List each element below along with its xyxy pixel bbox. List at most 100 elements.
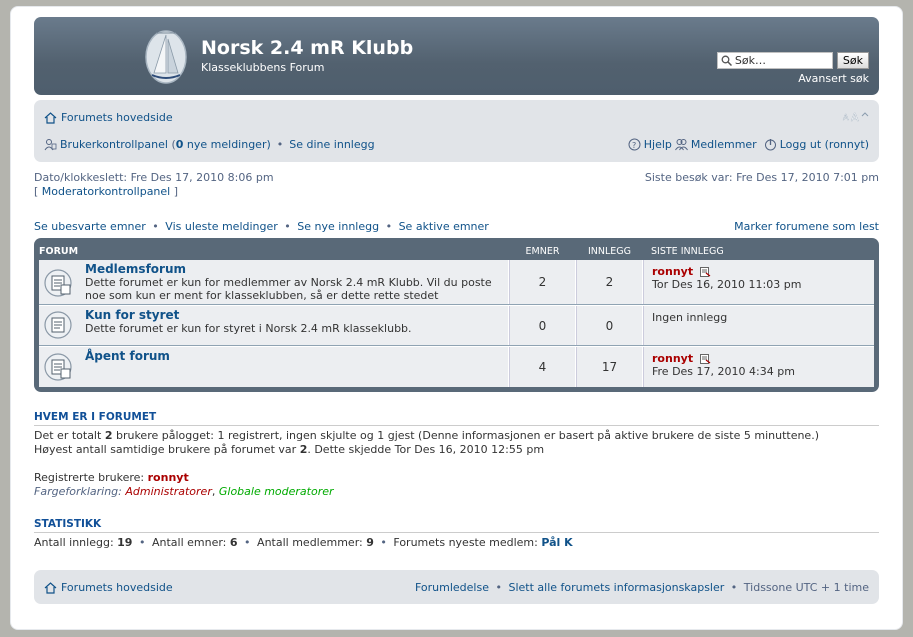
registered-label: Registrerte brukere: bbox=[34, 471, 145, 484]
new-posts-link[interactable]: Se nye innlegg bbox=[297, 220, 379, 233]
forum-table-header: FORUM EMNER INNLEGG SISTE INNLEGG bbox=[39, 242, 874, 260]
online-text: Det er totalt bbox=[34, 429, 102, 442]
mcp-bracket-close: ] bbox=[173, 185, 179, 198]
stats-topics-label: Antall emner: bbox=[151, 536, 227, 549]
forum-topics-count: 0 bbox=[509, 306, 576, 345]
header-last-post: SISTE INNLEGG bbox=[651, 245, 724, 257]
header-topics: EMNER bbox=[525, 245, 560, 257]
delete-cookies-link[interactable]: Slett alle forumets informasjonskapsler bbox=[509, 581, 725, 594]
members-link[interactable]: Medlemmer bbox=[691, 138, 757, 151]
header-bar: Norsk 2.4 mR Klubb Klasseklubbens Forum … bbox=[34, 17, 879, 95]
last-post-time: Fre Des 17, 2010 4:34 pm bbox=[652, 365, 795, 378]
stats-members-label: Antall medlemmer: bbox=[257, 536, 363, 549]
forum-read-icon bbox=[44, 269, 72, 297]
footer-navbar: Forumets hovedside Forumledelse • Slett … bbox=[34, 570, 879, 604]
online-text: brukere pålogget: 1 registrert, ingen sk… bbox=[115, 429, 819, 442]
site-title[interactable]: Norsk 2.4 mR Klubb bbox=[201, 37, 413, 59]
search-icon bbox=[721, 55, 732, 66]
forum-home-link[interactable]: Forumets hovedside bbox=[61, 111, 173, 124]
search-input[interactable] bbox=[716, 52, 833, 69]
logout-icon bbox=[764, 139, 776, 151]
separator: • bbox=[284, 220, 291, 233]
forum-row: Åpent forum 4 17 ronnyt Fre Des 17, 2010… bbox=[39, 346, 874, 387]
record-text: . Dette skjedde Tor Des 16, 2010 12:55 p… bbox=[307, 443, 545, 456]
last-post-time: Tor Des 16, 2010 11:03 pm bbox=[652, 278, 802, 291]
mark-read-link[interactable]: Marker forumene som lest bbox=[734, 220, 879, 233]
newest-member-link[interactable]: Pål K bbox=[541, 536, 572, 549]
header-forum: FORUM bbox=[39, 245, 79, 257]
separator: • bbox=[495, 580, 503, 594]
last-visit: Siste besøk var: Fre Des 17, 2010 7:01 p… bbox=[644, 171, 879, 184]
forum-title-link[interactable]: Kun for styret bbox=[85, 308, 179, 322]
navbar: Forumets hovedside A A Brukerkontrollpan… bbox=[34, 100, 879, 162]
forum-last-post: Ingen innlegg bbox=[643, 306, 874, 345]
forum-rows: Medlemsforum Dette forumet er kun for me… bbox=[39, 260, 874, 387]
forum-title-link[interactable]: Åpent forum bbox=[85, 349, 170, 363]
logo[interactable] bbox=[144, 27, 188, 85]
legend-comma: , bbox=[211, 485, 216, 498]
legend-admin-link[interactable]: Administratorer bbox=[125, 485, 211, 498]
separator: • bbox=[380, 536, 387, 549]
forum-topics-count: 4 bbox=[509, 347, 576, 387]
team-link[interactable]: Forumledelse bbox=[415, 581, 489, 594]
search-links: Se ubesvarte emner • Vis uleste meldinge… bbox=[34, 220, 879, 233]
stats-topics: 6 bbox=[229, 536, 238, 549]
active-topics-link[interactable]: Se aktive emner bbox=[399, 220, 489, 233]
forum-description: Dette forumet er kun for styret i Norsk … bbox=[85, 322, 412, 335]
timezone: Tidssone UTC + 1 time bbox=[743, 580, 869, 594]
unread-link[interactable]: Vis uleste meldinger bbox=[165, 220, 278, 233]
stats-posts-label: Antall innlegg: bbox=[34, 536, 114, 549]
registered-user-link[interactable]: ronnyt bbox=[148, 471, 189, 484]
font-size-icon[interactable]: A A bbox=[841, 110, 869, 122]
unanswered-link[interactable]: Se ubesvarte emner bbox=[34, 220, 146, 233]
view-latest-icon[interactable] bbox=[699, 354, 711, 364]
forum-table: FORUM EMNER INNLEGG SISTE INNLEGG Medlem… bbox=[34, 238, 879, 392]
home-icon bbox=[44, 581, 57, 594]
ucp-link[interactable]: Brukerkontrollpanel bbox=[60, 138, 168, 151]
forum-posts-count: 2 bbox=[576, 260, 643, 304]
members-icon bbox=[675, 139, 688, 151]
separator: • bbox=[138, 536, 146, 549]
svg-text:?: ? bbox=[632, 141, 636, 150]
stats-newest-label: Forumets nyeste medlem: bbox=[393, 536, 538, 549]
advanced-search-link[interactable]: Avansert søk bbox=[798, 72, 869, 85]
header-posts: INNLEGG bbox=[587, 245, 632, 257]
messages-count: 0 bbox=[175, 138, 184, 151]
forum-description: Dette forumet er kun for medlemmer av No… bbox=[85, 276, 492, 302]
separator: • bbox=[152, 220, 159, 233]
record-text: Høyest antall samtidige brukere på forum… bbox=[34, 443, 297, 456]
separator: • bbox=[276, 138, 284, 151]
view-latest-icon[interactable] bbox=[699, 267, 711, 277]
mcp-link[interactable]: Moderatorkontrollpanel bbox=[42, 185, 170, 198]
logout-link[interactable]: Logg ut (ronnyt) bbox=[780, 138, 869, 151]
stats-heading: STATISTIKK bbox=[34, 518, 879, 533]
forum-topics-count: 2 bbox=[509, 260, 576, 304]
footer-home-link[interactable]: Forumets hovedside bbox=[61, 581, 173, 594]
last-post-user-link[interactable]: ronnyt bbox=[652, 265, 693, 278]
date-line: Dato/klokkeslett: Fre Des 17, 2010 8:06 … bbox=[34, 171, 879, 199]
messages-text: nye meldinger) bbox=[186, 138, 271, 151]
new-messages-link[interactable]: 0 nye meldinger) bbox=[176, 138, 271, 151]
legend-gmod-link[interactable]: Globale moderatorer bbox=[219, 485, 334, 498]
separator: • bbox=[385, 220, 393, 233]
ucp-icon bbox=[44, 139, 57, 151]
help-link[interactable]: Hjelp bbox=[644, 138, 672, 151]
last-post-user-link[interactable]: ronnyt bbox=[652, 352, 693, 365]
page-wrapper: Norsk 2.4 mR Klubb Klasseklubbens Forum … bbox=[10, 6, 903, 630]
help-icon: ? bbox=[628, 138, 641, 151]
legend-label: Fargeforklaring: bbox=[34, 485, 122, 498]
svg-text:A: A bbox=[851, 111, 859, 122]
forum-last-post: ronnyt Fre Des 17, 2010 4:34 pm bbox=[643, 347, 874, 387]
search-button[interactable]: Søk bbox=[836, 52, 869, 69]
forum-title-link[interactable]: Medlemsforum bbox=[85, 262, 186, 276]
stats-info: Antall innlegg: 19 • Antall emner: 6 • A… bbox=[34, 536, 879, 550]
online-heading: HVEM ER I FORUMET bbox=[34, 411, 879, 426]
forum-row: Kun for styret Dette forumet er kun for … bbox=[39, 305, 874, 346]
site-description: Klasseklubbens Forum bbox=[201, 61, 325, 74]
current-time: Dato/klokkeslett: Fre Des 17, 2010 8:06 … bbox=[34, 171, 274, 184]
forum-posts-count: 17 bbox=[576, 347, 643, 387]
svg-text:A: A bbox=[843, 113, 849, 122]
own-posts-link[interactable]: Se dine innlegg bbox=[289, 138, 374, 151]
online-info: Det er totalt 2 brukere pålogget: 1 regi… bbox=[34, 429, 879, 499]
home-icon bbox=[44, 112, 57, 124]
